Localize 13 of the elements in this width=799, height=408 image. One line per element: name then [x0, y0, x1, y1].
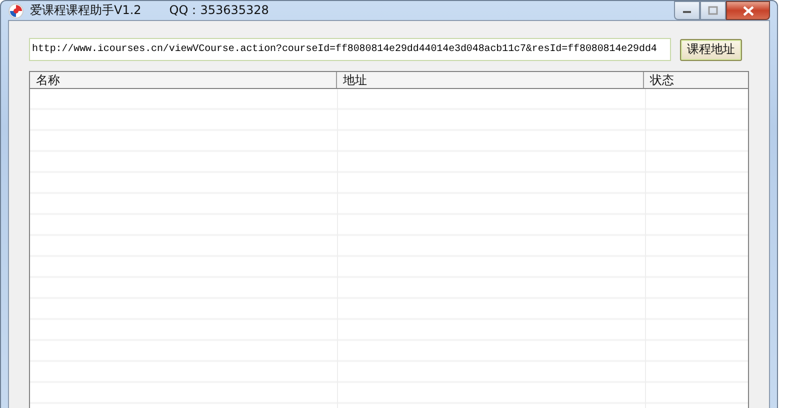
- url-field[interactable]: http://www.icourses.cn/viewVCourse.action?courseId=ff8080814e29dd44014e3d048acb11c7&resId=ff8080814e29dd4: [29, 38, 671, 61]
- column-header[interactable]: 地址: [337, 72, 644, 88]
- maximize-button[interactable]: [700, 1, 726, 20]
- window-title: 爱课程课程助手V1.2: [30, 2, 142, 19]
- close-button[interactable]: [726, 1, 770, 20]
- column-header[interactable]: 状态: [644, 72, 748, 88]
- maximize-icon: [708, 6, 718, 15]
- close-icon: [742, 6, 754, 16]
- minimize-button[interactable]: [674, 1, 700, 20]
- app-icon: [8, 2, 24, 18]
- window-subtitle: QQ：353635328: [169, 2, 269, 19]
- course-url-button[interactable]: 课程地址: [680, 38, 742, 60]
- column-header[interactable]: 名称: [30, 72, 337, 88]
